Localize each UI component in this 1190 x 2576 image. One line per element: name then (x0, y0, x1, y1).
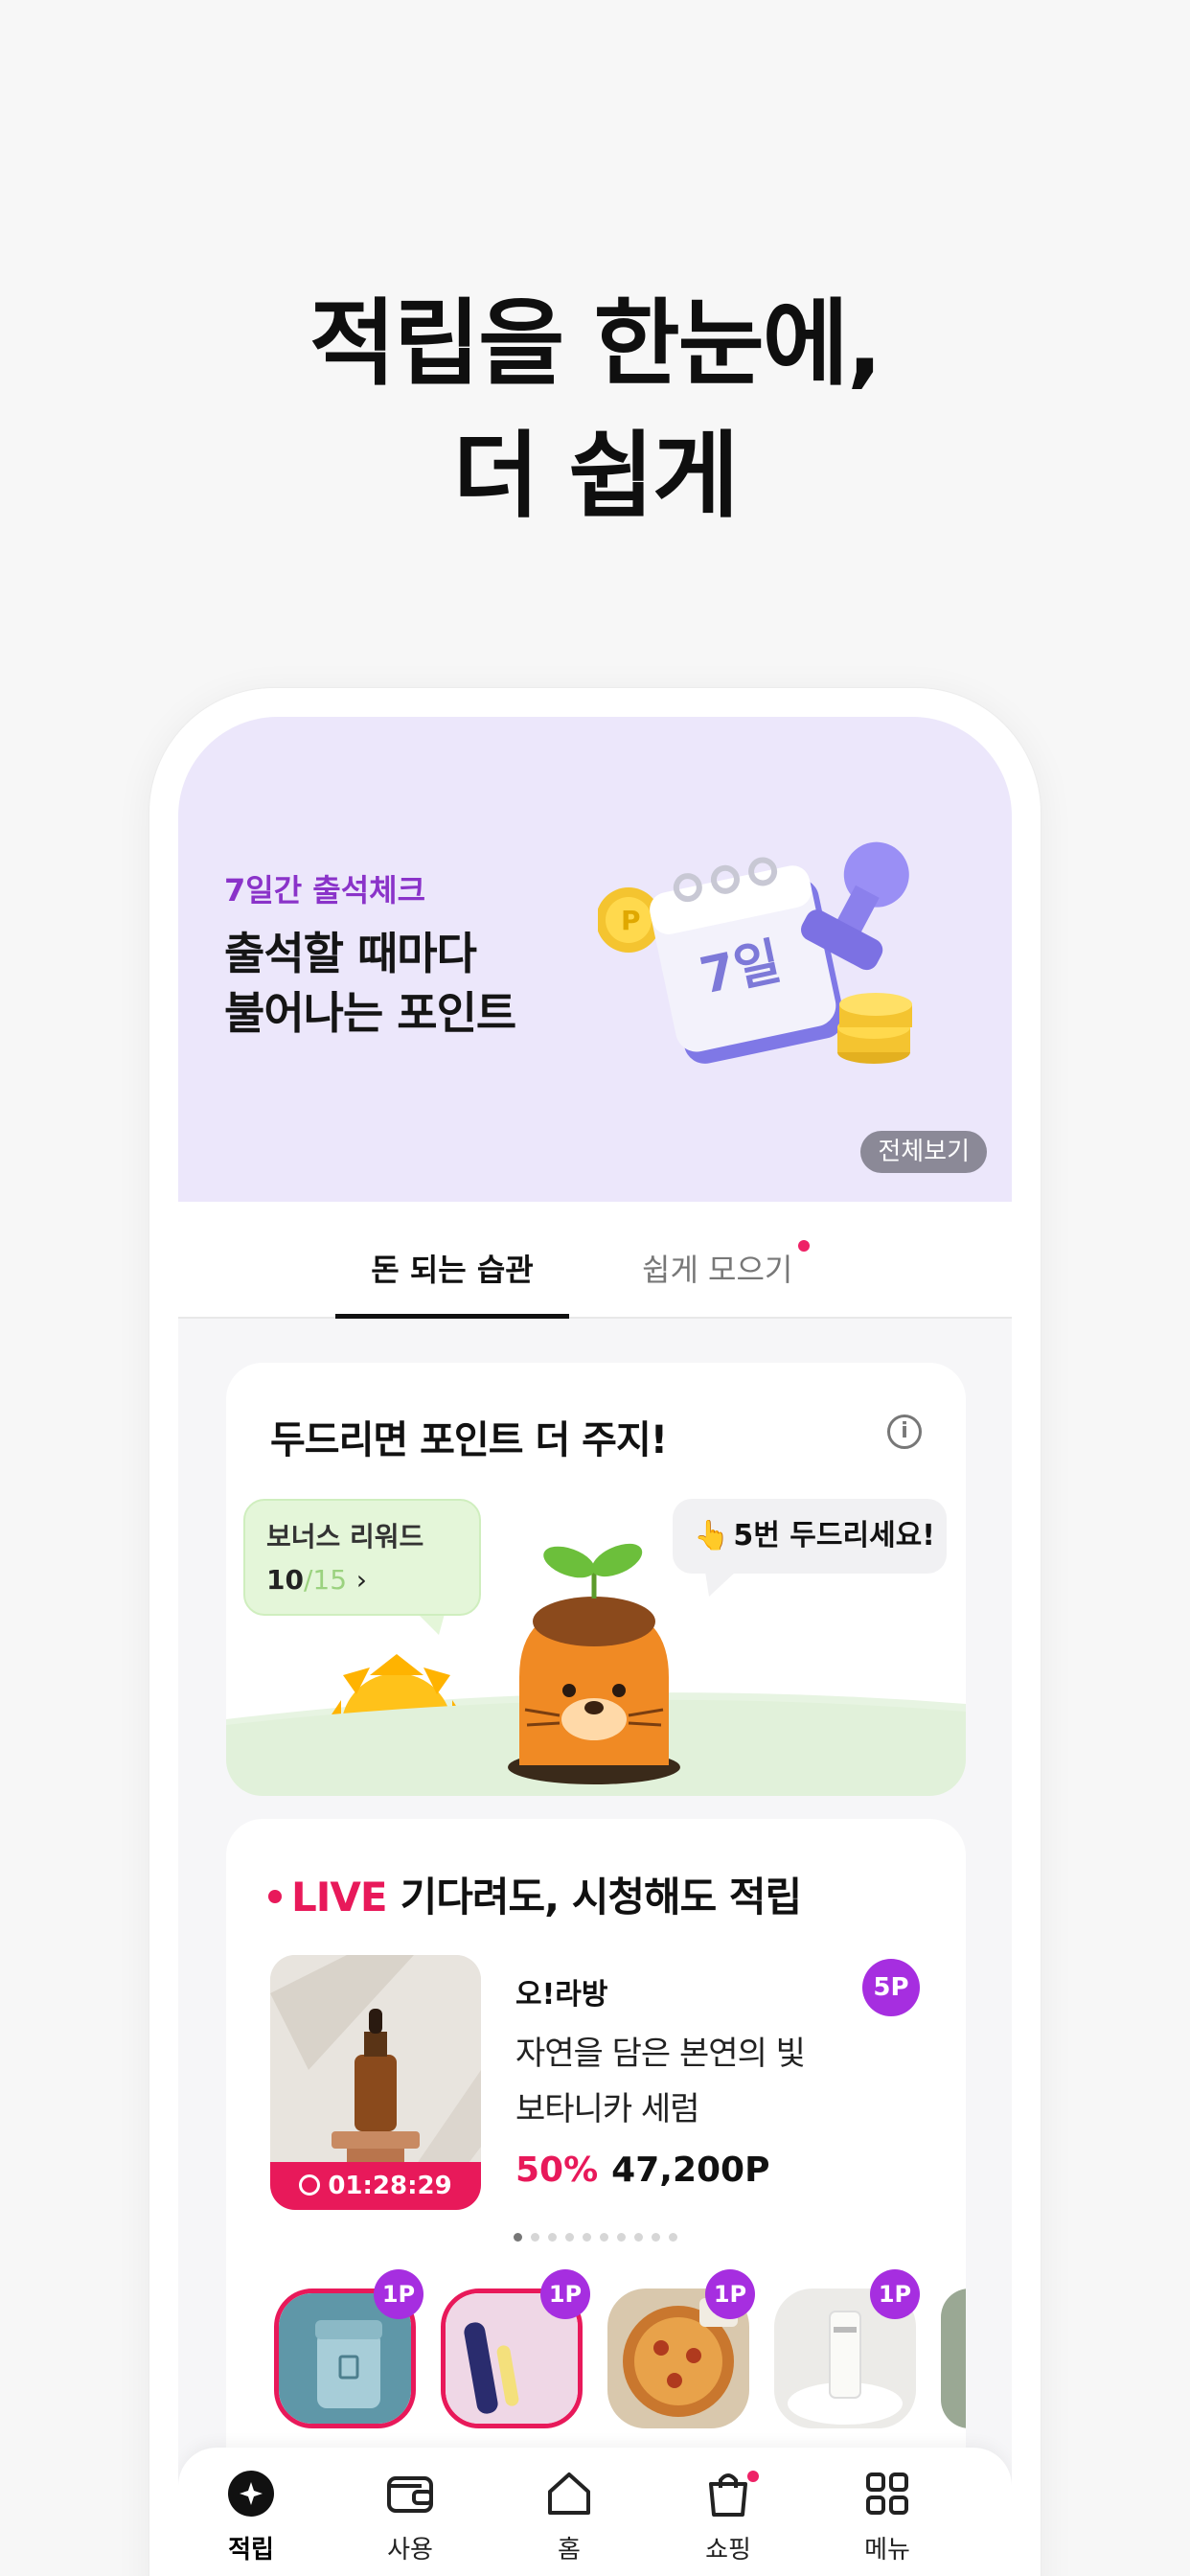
pagination-dot[interactable] (565, 2233, 574, 2242)
bonus-current: 10 (266, 1564, 304, 1596)
live-product-price: 50% 47,200P (515, 2150, 769, 2190)
tap-card-title: 두드리면 포인트 더 주지! (270, 1418, 668, 1462)
nav-use-label: 사용 (387, 2536, 433, 2564)
bonus-total: /15 (303, 1564, 348, 1596)
pagination-dot[interactable] (617, 2233, 626, 2242)
pagination-dot[interactable] (669, 2233, 677, 2242)
banner-title: 출석할 때마다 불어나는 포인트 (224, 924, 516, 1043)
bonus-reward-progress: 10/15 › (266, 1564, 458, 1596)
pagination-dot[interactable] (514, 2233, 522, 2242)
live-headline: 기다려도, 시청해도 적립 (400, 1874, 803, 1920)
nav-earn-label: 적립 (228, 2536, 274, 2564)
new-dot-badge (747, 2471, 759, 2482)
nav-use[interactable]: 사용 (353, 2467, 468, 2565)
banner-eyebrow: 7일간 출석체크 (224, 872, 426, 908)
new-dot-badge (798, 1240, 811, 1252)
thumb-point-badge: 1P (374, 2269, 423, 2319)
grid-menu-icon (866, 2472, 908, 2515)
banner-title-line-2: 불어나는 포인트 (224, 987, 516, 1039)
attendance-banner[interactable]: 7일간 출석체크 출석할 때마다 불어나는 포인트 P 7일 전체보기 (178, 717, 1012, 1202)
mole-character (519, 1543, 669, 1765)
live-badge: LIVE (291, 1874, 388, 1920)
nav-menu-label: 메뉴 (864, 2536, 910, 2564)
pagination-dot[interactable] (600, 2233, 608, 2242)
tab-bar: 돈 되는 습관 쉽게 모으기 (178, 1202, 1012, 1319)
wallet-icon (387, 2476, 433, 2513)
headline-line-2: 더 쉽게 (452, 422, 740, 531)
live-product-name[interactable]: 자연을 담은 본연의 빛 보타니카 세럼 (515, 2026, 806, 2137)
nav-shopping[interactable]: 쇼핑 (671, 2467, 786, 2565)
product-name-line-2: 보타니카 세럼 (515, 2090, 699, 2128)
thumb-point-badge: 1P (540, 2269, 590, 2319)
nav-shopping-label: 쇼핑 (705, 2536, 751, 2564)
bonus-reward-bubble[interactable]: 보너스 리워드 10/15 › (243, 1499, 481, 1616)
live-dot-icon (268, 1889, 282, 1903)
svg-text:P: P (621, 905, 641, 936)
tap-reward-card[interactable]: 두드리면 포인트 더 주지! i 보너스 리워드 10/15 › 👆 5번 두드… (226, 1363, 966, 1796)
thumb-point-badge: 1P (870, 2269, 920, 2319)
pagination-dot[interactable] (531, 2233, 539, 2242)
clock-icon (299, 2174, 321, 2196)
bonus-reward-label: 보너스 리워드 (266, 1521, 424, 1552)
headline-line-1: 적립을 한눈에, (309, 289, 882, 399)
live-timer: 01:28:29 (270, 2162, 481, 2210)
thumb-point-badge: 1P (705, 2269, 755, 2319)
nav-menu[interactable]: 메뉴 (830, 2467, 945, 2565)
pagination-dot[interactable] (548, 2233, 557, 2242)
product-name-line-1: 자연을 담은 본연의 빛 (515, 2035, 806, 2073)
pagination-dot[interactable] (634, 2233, 643, 2242)
discount-rate: 50% (515, 2150, 599, 2190)
tab-easy-collect[interactable]: 쉽게 모으기 (642, 1240, 811, 1319)
chevron-right-icon: › (355, 1564, 367, 1596)
info-icon[interactable]: i (887, 1414, 922, 1449)
live-card-header: LIVE 기다려도, 시청해도 적립 (268, 1865, 803, 1923)
nav-earn[interactable]: 적립 (194, 2467, 309, 2565)
pagination-dot[interactable] (583, 2233, 591, 2242)
app-screen: 7일간 출석체크 출석할 때마다 불어나는 포인트 P 7일 전체보기 돈 되는… (178, 717, 1012, 2576)
point-price: 47,200P (611, 2150, 770, 2190)
live-timer-text: 01:28:29 (328, 2172, 452, 2200)
tap-instruction-text: 5번 두드리세요! (733, 1519, 935, 1552)
carousel-pagination (514, 2233, 677, 2242)
calendar-stamp-illustration: P 7일 (598, 841, 912, 1064)
sparkle-coin-icon (228, 2471, 274, 2517)
home-icon (548, 2472, 590, 2515)
bottom-navigation: 적립 사용 홈 쇼핑 메뉴 (178, 2448, 1012, 2576)
nav-home[interactable]: 홈 (512, 2467, 627, 2565)
point-badge: 5P (862, 1959, 920, 2016)
pointing-hand-icon: 👆 (694, 1519, 730, 1552)
view-all-button[interactable]: 전체보기 (860, 1131, 987, 1173)
tab-easy-collect-label: 쉽게 모으기 (642, 1252, 793, 1288)
promo-headline: 적립을 한눈에, 더 쉽게 (0, 278, 1190, 542)
live-brand: 오!라방 (515, 1978, 608, 2012)
live-thumbnail-strip: 1P 1P 1P 1P (270, 2269, 966, 2428)
pagination-dot[interactable] (652, 2233, 660, 2242)
live-product-image[interactable]: 01:28:29 (270, 1955, 481, 2210)
nav-home-label: 홈 (558, 2536, 581, 2564)
tap-instruction-bubble: 👆 5번 두드리세요! (673, 1499, 947, 1574)
tab-money-habit[interactable]: 돈 되는 습관 (335, 1246, 569, 1319)
live-thumb-5[interactable] (941, 2288, 966, 2428)
banner-title-line-1: 출석할 때마다 (224, 928, 477, 979)
